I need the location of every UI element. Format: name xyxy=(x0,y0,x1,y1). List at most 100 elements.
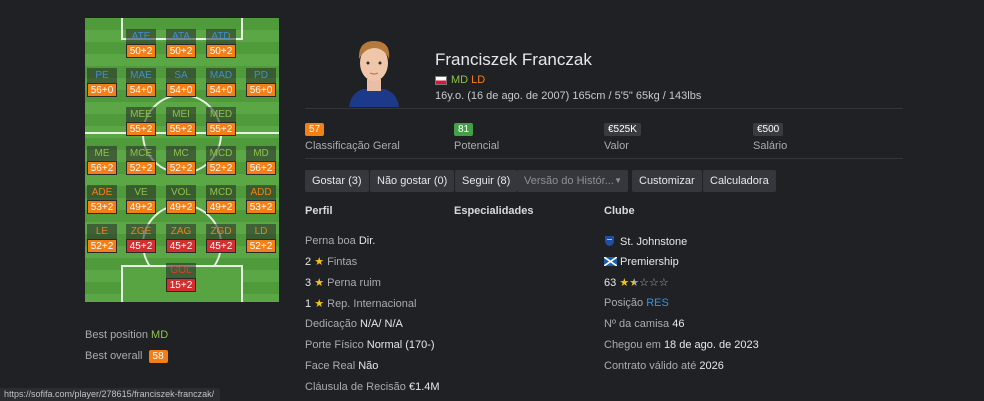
position-label: SA xyxy=(166,68,196,83)
position-zag[interactable]: ZAG 45+2 xyxy=(166,224,196,254)
position-le[interactable]: LE 52+2 xyxy=(87,224,117,254)
position-ade[interactable]: ADE 53+2 xyxy=(87,185,117,215)
player-value: €525K Valor xyxy=(604,119,641,152)
position-mee[interactable]: MEE 55+2 xyxy=(126,107,156,137)
league-name[interactable]: Premiership xyxy=(620,256,679,268)
position-label: ME xyxy=(87,146,117,161)
scotland-flag-icon xyxy=(604,257,617,266)
position-label: LD xyxy=(246,224,276,239)
position-pd[interactable]: PD 56+0 xyxy=(246,68,276,98)
real-face-value: Não xyxy=(358,360,379,372)
weak-foot-value: 3 xyxy=(305,277,312,289)
position-ate[interactable]: ATE 50+2 xyxy=(126,29,156,59)
real-face-label: Face Real xyxy=(305,360,356,372)
pitch-positions: ATE 50+2 ATA 50+2 ATD 50+2 PE 56+0 MAE 54+0 SA 54+0… xyxy=(85,18,279,302)
club-rating-value: 63 xyxy=(604,277,617,289)
weak-foot-label: Perna ruim xyxy=(327,277,381,289)
position-rating: 52+2 xyxy=(166,161,196,175)
position-mei[interactable]: MEI 55+2 xyxy=(166,107,196,137)
position-label: ATA xyxy=(166,29,196,44)
position-add[interactable]: ADD 53+2 xyxy=(246,185,276,215)
best-position-value[interactable]: MD xyxy=(151,329,168,341)
chevron-down-icon: ▼ xyxy=(614,176,622,185)
position-rating: 56+0 xyxy=(246,83,276,97)
position-med[interactable]: MED 55+2 xyxy=(206,107,236,137)
position-label: MCD xyxy=(206,185,236,200)
position-mad[interactable]: MAD 54+0 xyxy=(206,68,236,98)
player-wage: €500 Salário xyxy=(753,119,787,152)
position-pe[interactable]: PE 56+0 xyxy=(87,68,117,98)
position-mae[interactable]: MAE 54+0 xyxy=(126,68,156,98)
potential-rating: 81 Potencial xyxy=(454,119,499,152)
contract-until-label: Contrato válido até xyxy=(604,360,697,372)
position-rating: 50+2 xyxy=(166,44,196,58)
position-gol[interactable]: GOL 15+2 xyxy=(166,263,196,293)
like-button[interactable]: Gostar (3) xyxy=(305,170,369,192)
position-rating: 54+0 xyxy=(126,83,156,97)
position-ve[interactable]: VE 49+2 xyxy=(126,185,156,215)
position-mcd[interactable]: MCD 49+2 xyxy=(206,185,236,215)
position-ld[interactable]: LD 52+2 xyxy=(246,224,276,254)
position-rating: 53+2 xyxy=(87,200,117,214)
position-rating: 55+2 xyxy=(166,122,196,136)
position-ata[interactable]: ATA 50+2 xyxy=(166,29,196,59)
dislike-button[interactable]: Não gostar (0) xyxy=(370,170,455,192)
star-empty-icon: ☆ xyxy=(639,277,649,289)
follow-button[interactable]: Seguir (8) xyxy=(455,170,518,192)
reputation-label: Rep. Internacional xyxy=(327,298,417,310)
position-vol[interactable]: VOL 49+2 xyxy=(166,185,196,215)
club-position-value[interactable]: RES xyxy=(646,297,669,309)
position-md[interactable]: MD 56+2 xyxy=(246,146,276,176)
position-mce[interactable]: MCE 52+2 xyxy=(126,146,156,176)
club-name[interactable]: St. Johnstone xyxy=(620,236,687,248)
best-position-label: Best position xyxy=(85,329,148,341)
reputation-value: 1 xyxy=(305,298,312,310)
jersey-number-label: Nº da camisa xyxy=(604,318,670,330)
position-zgd[interactable]: ZGD 45+2 xyxy=(206,224,236,254)
release-clause: Cláusula de Recisão €1.4M xyxy=(305,381,440,393)
position-mcd[interactable]: MCD 52+2 xyxy=(206,146,236,176)
club-crest-icon xyxy=(605,236,614,246)
player-info: 16y.o. (16 de ago. de 2007) 165cm / 5'5"… xyxy=(435,90,702,102)
position-ld-link[interactable]: LD xyxy=(471,74,485,86)
position-me[interactable]: ME 56+2 xyxy=(87,146,117,176)
star-empty-icon: ☆ xyxy=(648,277,659,289)
position-label: MAE xyxy=(126,68,156,83)
customize-button[interactable]: Customizar xyxy=(632,170,702,192)
calculator-button[interactable]: Calculadora xyxy=(703,170,776,192)
star-icon: ★ xyxy=(314,298,325,310)
star-icon: ★ xyxy=(314,256,325,268)
skill-moves-value: 2 xyxy=(305,256,312,268)
profile-heading: Perfil xyxy=(305,205,333,217)
overall-rating-label: Classificação Geral xyxy=(305,140,400,152)
jersey-number-value: 46 xyxy=(672,318,685,330)
preferred-foot: Perna boa Dir. xyxy=(305,235,375,247)
position-rating: 52+2 xyxy=(246,239,276,253)
position-label: ADD xyxy=(246,185,276,200)
jersey-number: Nº da camisa 46 xyxy=(604,318,684,330)
club-heading: Clube xyxy=(604,205,635,217)
position-zge[interactable]: ZGE 45+2 xyxy=(126,224,156,254)
position-rating: 53+2 xyxy=(246,200,276,214)
position-atd[interactable]: ATD 50+2 xyxy=(206,29,236,59)
position-mc[interactable]: MC 52+2 xyxy=(166,146,196,176)
position-label: VOL xyxy=(166,185,196,200)
position-sa[interactable]: SA 54+0 xyxy=(166,68,196,98)
player-wage-label: Salário xyxy=(753,140,788,152)
position-rating: 50+2 xyxy=(206,44,236,58)
preferred-foot-label: Perna boa xyxy=(305,235,356,247)
club-name-row[interactable]: St. Johnstone xyxy=(604,235,687,248)
real-face: Face Real Não xyxy=(305,360,378,372)
position-label: MC xyxy=(166,146,196,161)
position-rating: 56+0 xyxy=(87,83,117,97)
league-row[interactable]: Premiership xyxy=(604,256,679,268)
joined-date: Chegou em 18 de ago. de 2023 xyxy=(604,339,759,351)
player-value-label: Valor xyxy=(604,140,629,152)
version-history-select[interactable]: Versão do Histór... ▼ xyxy=(517,170,628,192)
position-label: VE xyxy=(126,185,156,200)
weak-foot: 3 ★ Perna ruim xyxy=(305,276,381,289)
position-label: MCE xyxy=(126,146,156,161)
position-md-link[interactable]: MD xyxy=(451,74,468,86)
position-rating: 49+2 xyxy=(126,200,156,214)
version-history-label: Versão do Histór... xyxy=(524,175,614,187)
